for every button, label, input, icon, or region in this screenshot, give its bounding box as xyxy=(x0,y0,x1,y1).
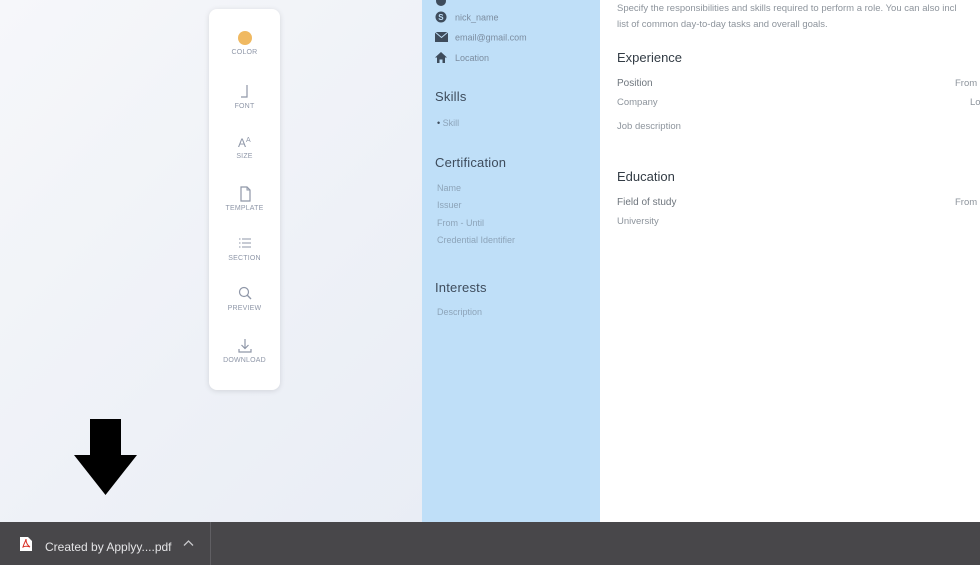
toolbar-font-button[interactable]: FONT xyxy=(209,83,280,110)
cert-issuer[interactable]: Issuer xyxy=(437,200,462,210)
download-item[interactable]: Created by Applyy....pdf xyxy=(0,522,211,565)
bullet-icon: • xyxy=(437,118,441,128)
experience-intro-text[interactable]: Specify the responsibilities and skills … xyxy=(617,1,980,33)
toolbar-color-button[interactable]: COLOR xyxy=(209,31,280,56)
home-icon xyxy=(435,52,449,65)
contact-skype-row[interactable]: S nick_name xyxy=(435,11,499,25)
font-icon xyxy=(240,85,248,98)
skill-item[interactable]: • Skill xyxy=(437,118,459,128)
chevron-up-icon[interactable] xyxy=(183,539,194,547)
section-list-icon xyxy=(238,238,251,248)
toolbar-preview-label: PREVIEW xyxy=(227,305,262,312)
toolbar-color-label: COLOR xyxy=(231,49,258,56)
contact-skype-text: nick_name xyxy=(455,12,499,23)
contact-location-row[interactable]: Location xyxy=(435,52,489,65)
toolbar-size-button[interactable]: A A SIZE xyxy=(209,133,280,160)
experience-heading[interactable]: Experience xyxy=(617,50,682,65)
experience-position[interactable]: Position xyxy=(617,78,653,89)
experience-location[interactable]: Lo xyxy=(970,97,980,108)
contact-location-text: Location xyxy=(455,52,490,63)
size-icon: A A xyxy=(238,136,251,150)
cert-dates[interactable]: From - Until xyxy=(437,218,484,228)
magnifier-icon xyxy=(238,286,251,300)
education-field[interactable]: Field of study xyxy=(617,197,676,208)
color-dot-icon xyxy=(237,31,252,45)
toolbar-size-label: SIZE xyxy=(236,153,253,160)
interests-heading[interactable]: Interests xyxy=(435,280,487,295)
down-arrow-icon xyxy=(74,419,137,495)
toolbar-download-label: DOWNLOAD xyxy=(223,357,266,364)
skype-icon: S xyxy=(435,11,449,25)
svg-text:S: S xyxy=(438,13,444,22)
education-heading[interactable]: Education xyxy=(617,169,675,184)
certification-heading[interactable]: Certification xyxy=(435,155,506,170)
download-file-name: Created by Applyy....pdf xyxy=(45,540,172,554)
education-university[interactable]: University xyxy=(617,216,659,227)
experience-company[interactable]: Company xyxy=(617,97,658,108)
resume-sidebar: S nick_name email@gmail.com Location Ski… xyxy=(422,0,600,522)
browser-download-bar: Created by Applyy....pdf xyxy=(0,522,980,565)
intro-line-1: Specify the responsibilities and skills … xyxy=(617,3,957,14)
template-icon xyxy=(239,186,251,202)
editor-toolbar: COLOR FONT A A SIZE TEMPLATE SECTION PRE… xyxy=(209,9,280,390)
toolbar-preview-button[interactable]: PREVIEW xyxy=(209,285,280,312)
resume-main-area xyxy=(600,0,980,522)
contact-email-text: email@gmail.com xyxy=(455,32,527,43)
skills-heading[interactable]: Skills xyxy=(435,89,467,104)
svg-text:A: A xyxy=(238,136,246,150)
toolbar-section-button[interactable]: SECTION xyxy=(209,235,280,262)
education-from[interactable]: From xyxy=(955,197,977,208)
phone-icon xyxy=(435,0,449,9)
contact-email-row[interactable]: email@gmail.com xyxy=(434,31,527,44)
toolbar-section-label: SECTION xyxy=(228,255,261,262)
toolbar-download-button[interactable]: DOWNLOAD xyxy=(209,337,280,364)
experience-job-description[interactable]: Job description xyxy=(617,121,681,132)
contact-phone-row xyxy=(435,0,455,9)
cert-credential-id[interactable]: Credential Identifier xyxy=(437,235,515,245)
pdf-file-icon xyxy=(20,537,32,551)
intro-line-2: list of common day-to-day tasks and over… xyxy=(617,19,828,30)
interest-description[interactable]: Description xyxy=(437,307,482,317)
skill-item-text: Skill xyxy=(442,118,460,128)
svg-text:A: A xyxy=(246,137,251,144)
experience-from[interactable]: From xyxy=(955,78,977,89)
toolbar-template-button[interactable]: TEMPLATE xyxy=(209,185,280,212)
toolbar-template-label: TEMPLATE xyxy=(225,205,264,212)
envelope-icon xyxy=(434,31,449,44)
download-icon xyxy=(237,339,252,353)
toolbar-font-label: FONT xyxy=(234,103,255,110)
cert-name[interactable]: Name xyxy=(437,183,461,193)
